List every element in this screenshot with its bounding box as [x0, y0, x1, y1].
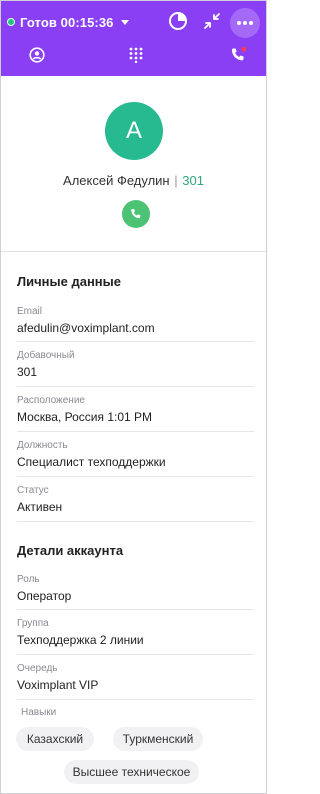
status-field: Статус Активен	[17, 485, 254, 515]
minimize-button[interactable]	[201, 10, 223, 32]
queue-value: Voximplant VIP	[17, 678, 99, 692]
agent-extension: 301	[182, 173, 204, 188]
avatar-letter: А	[125, 117, 142, 144]
group-value: Техподдержка 2 линии	[17, 633, 144, 647]
email-value[interactable]: afedulin@voximplant.com	[17, 321, 254, 336]
role-value: Оператор	[17, 589, 72, 603]
section-divider	[1, 251, 266, 252]
extension-field: Добавочный 301	[17, 350, 254, 380]
phone-icon	[131, 208, 141, 219]
dialpad-icon	[129, 47, 143, 63]
queue-label: Очередь	[17, 663, 58, 674]
field-divider	[17, 386, 254, 387]
calls-icon	[231, 46, 247, 61]
tab-calls[interactable]	[228, 45, 248, 65]
agent-profile-panel: Готов 00:15:36 А Алексей Федулин | 301 Л…	[0, 0, 267, 794]
field-divider	[17, 431, 254, 432]
stats-button[interactable]	[167, 10, 189, 32]
position-field: Должность Специалист техподдержки	[17, 440, 254, 470]
tab-contacts[interactable]	[28, 46, 46, 64]
status-label: Готов 00:15:36	[20, 14, 114, 30]
extension-value: 301	[17, 365, 38, 379]
more-button[interactable]	[230, 8, 260, 38]
group-field: Группа Техподдержка 2 линии	[17, 618, 254, 648]
location-value: Москва, Россия 1:01 PM	[17, 410, 153, 424]
status-field-label: Статус	[17, 485, 49, 496]
queue-field: Очередь Voximplant VIP	[17, 663, 254, 693]
extension-label: Добавочный	[17, 350, 75, 361]
position-value: Специалист техподдержки	[17, 455, 166, 469]
contacts-icon	[29, 47, 45, 63]
more-dots-icon	[237, 21, 253, 25]
field-divider	[17, 654, 254, 655]
skill-chip[interactable]: Туркменский	[113, 727, 203, 751]
minimize-arrows-icon	[204, 13, 220, 29]
role-label: Роль	[17, 574, 40, 585]
field-divider	[17, 609, 254, 610]
agent-name-line: Алексей Федулин | 301	[1, 173, 266, 188]
tab-dialpad[interactable]	[127, 46, 145, 64]
skill-chip[interactable]: Высшее техническое	[64, 760, 199, 784]
location-label: Расположение	[17, 395, 85, 406]
field-divider	[17, 341, 254, 342]
field-divider	[17, 476, 254, 477]
field-divider	[17, 699, 254, 700]
position-label: Должность	[17, 440, 68, 451]
call-button[interactable]	[122, 200, 150, 228]
field-divider	[17, 521, 254, 522]
email-label: Email	[17, 306, 43, 317]
skill-chip[interactable]: Казахский	[16, 727, 94, 751]
status-selector[interactable]: Готов 00:15:36	[7, 13, 129, 31]
status-dot-icon	[7, 18, 15, 26]
personal-section-title: Личные данные	[17, 274, 121, 289]
chevron-down-icon	[120, 19, 129, 25]
skills-label: Навыки	[21, 707, 57, 718]
account-section-title: Детали аккаунта	[17, 543, 124, 558]
role-field: Роль Оператор	[17, 574, 254, 604]
name-separator: |	[174, 173, 178, 188]
location-field: Расположение Москва, Россия 1:01 PM	[17, 395, 254, 425]
agent-name: Алексей Федулин	[63, 173, 170, 188]
avatar: А	[105, 102, 163, 160]
status-field-value: Активен	[17, 500, 63, 514]
stats-pie-icon	[169, 12, 187, 30]
header-bar: Готов 00:15:36	[1, 1, 266, 76]
group-label: Группа	[17, 618, 49, 629]
email-field: Email afedulin@voximplant.com	[17, 306, 254, 336]
